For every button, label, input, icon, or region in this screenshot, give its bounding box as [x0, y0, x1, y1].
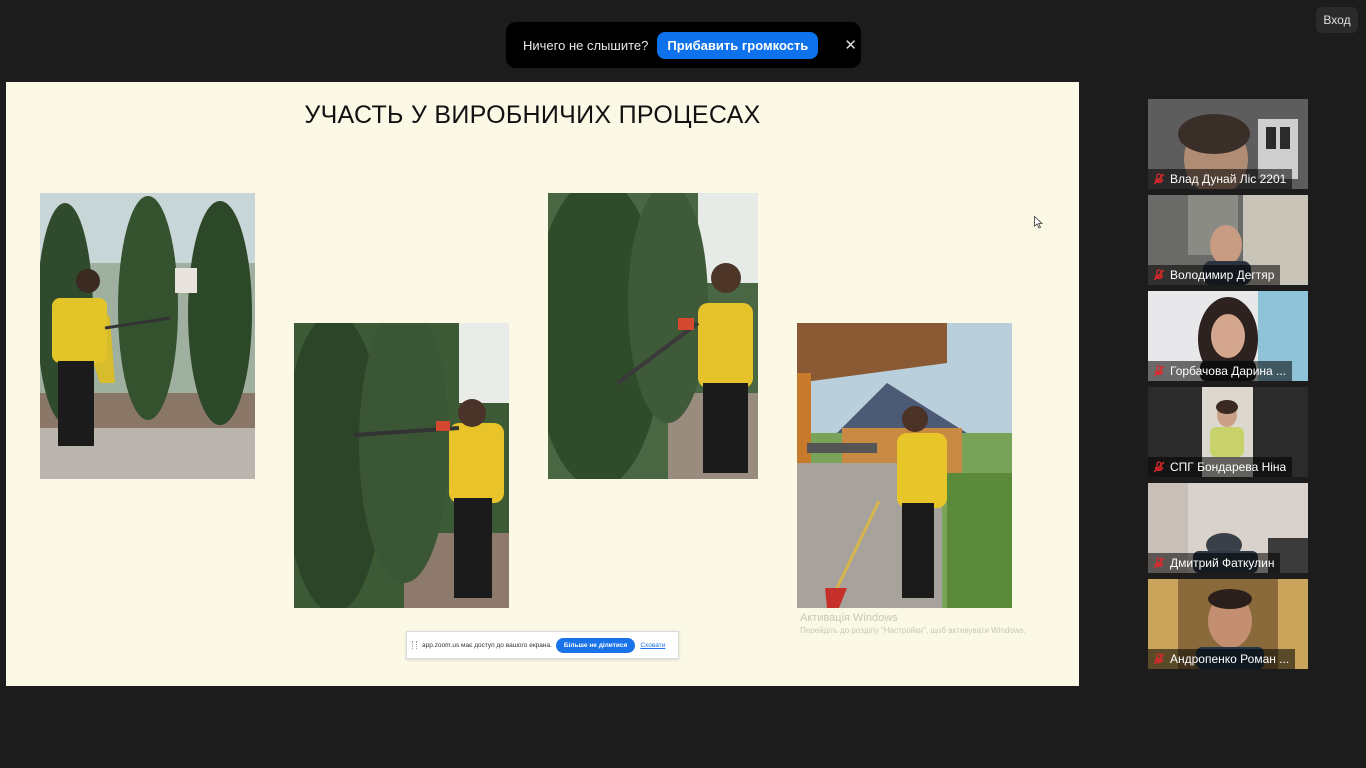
muted-mic-icon — [1153, 461, 1165, 473]
slide-photo — [294, 323, 509, 608]
participant-tile[interactable]: Горбачова Дарина ... — [1148, 291, 1308, 381]
login-button[interactable]: Вход — [1316, 7, 1358, 33]
slide-photo — [548, 193, 758, 479]
mouse-cursor-icon — [1034, 215, 1044, 234]
muted-mic-icon — [1153, 365, 1165, 377]
hide-bar-link[interactable]: Сховати — [640, 642, 665, 649]
shared-screen: УЧАСТЬ У ВИРОБНИЧИХ ПРОЦЕСАХ Активація W… — [6, 82, 1079, 686]
participant-name-bar: Влад Дунай Ліс 2201 — [1148, 169, 1293, 189]
muted-mic-icon — [1153, 269, 1165, 281]
drag-handle-icon[interactable] — [412, 641, 417, 649]
participant-tile[interactable]: Влад Дунай Ліс 2201 — [1148, 99, 1308, 189]
participant-tile[interactable]: Володимир Дегтяр — [1148, 195, 1308, 285]
participant-name: Андропенко Роман ... — [1170, 652, 1290, 666]
participant-name: Горбачова Дарина ... — [1170, 364, 1287, 378]
slide-title: УЧАСТЬ У ВИРОБНИЧИХ ПРОЦЕСАХ — [304, 101, 761, 129]
windows-activation-title: Активація Windows — [800, 612, 898, 624]
close-icon[interactable]: ✕ — [844, 36, 857, 54]
slide-photo — [40, 193, 255, 479]
participant-name: СПГ Бондарева Ніна — [1170, 460, 1287, 474]
participant-tile[interactable]: Андропенко Роман ... — [1148, 579, 1308, 669]
muted-mic-icon — [1153, 653, 1165, 665]
participant-name-bar: СПГ Бондарева Ніна — [1148, 457, 1293, 477]
participant-name: Володимир Дегтяр — [1170, 268, 1275, 282]
participant-name-bar: Горбачова Дарина ... — [1148, 361, 1293, 381]
participant-name-bar: Дмитрий Фаткулин — [1148, 553, 1281, 573]
muted-mic-icon — [1153, 173, 1165, 185]
participant-name: Дмитрий Фаткулин — [1170, 556, 1275, 570]
notification-text: Ничего не слышите? — [523, 37, 649, 53]
screen-share-bar: app.zoom.us має доступ до вашого екрана.… — [406, 631, 679, 659]
windows-activation-watermark: Активація Windows Перейдіть до розділу "… — [800, 612, 1026, 635]
participant-tile[interactable]: СПГ Бондарева Ніна — [1148, 387, 1308, 477]
participant-name: Влад Дунай Ліс 2201 — [1170, 172, 1287, 186]
slide-photo — [797, 323, 1012, 608]
stop-sharing-button[interactable]: Більше не ділитися — [555, 637, 636, 653]
participant-name-bar: Володимир Дегтяр — [1148, 265, 1281, 285]
muted-mic-icon — [1153, 557, 1165, 569]
participant-tile[interactable]: Дмитрий Фаткулин — [1148, 483, 1308, 573]
increase-volume-button[interactable]: Прибавить громкость — [657, 31, 819, 59]
participant-name-bar: Андропенко Роман ... — [1148, 649, 1296, 669]
windows-activation-subtitle: Перейдіть до розділу "Настройки", щоб ак… — [800, 626, 1026, 635]
share-status-text: app.zoom.us має доступ до вашого екрана. — [422, 641, 552, 649]
audio-notification: Ничего не слышите? Прибавить громкость ✕ — [506, 22, 861, 68]
